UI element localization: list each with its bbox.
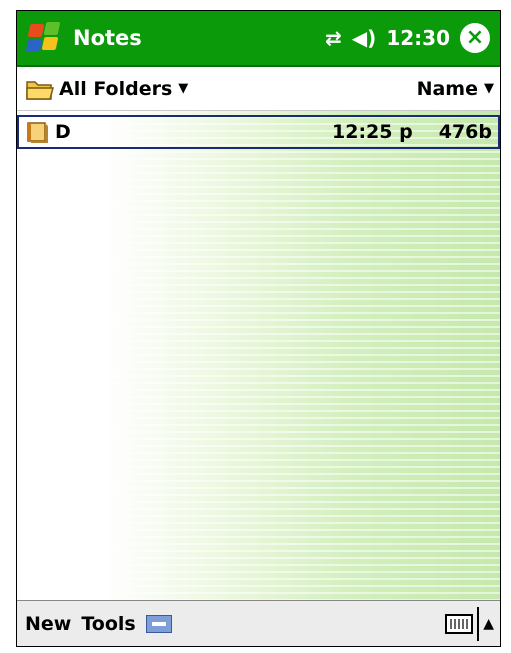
notes-list: D 12:25 p 476b bbox=[17, 111, 500, 601]
note-size: 476b bbox=[438, 121, 492, 143]
new-menu[interactable]: New bbox=[25, 613, 71, 635]
folder-dropdown[interactable]: All Folders ▼ bbox=[25, 76, 188, 102]
folder-bar: All Folders ▼ Name ▼ bbox=[17, 67, 500, 111]
note-name: D bbox=[55, 121, 71, 143]
folder-icon bbox=[25, 76, 55, 102]
input-panel: ▲ bbox=[445, 606, 494, 641]
divider bbox=[477, 606, 480, 641]
connectivity-icon[interactable]: ⇄ bbox=[325, 28, 342, 48]
app-title: Notes bbox=[73, 26, 142, 50]
device-screen: Notes ⇄ ◀) 12:30 × All Folders ▼ Name ▼ bbox=[16, 10, 501, 647]
close-icon[interactable]: × bbox=[460, 23, 490, 53]
sort-label: Name bbox=[416, 77, 478, 100]
keyboard-icon[interactable] bbox=[445, 613, 474, 634]
windows-flag-icon[interactable] bbox=[23, 16, 67, 60]
tools-menu[interactable]: Tools bbox=[81, 613, 135, 635]
note-time: 12:25 p bbox=[332, 121, 413, 143]
system-tray: ⇄ ◀) 12:30 × bbox=[325, 23, 490, 53]
recorder-icon[interactable] bbox=[145, 614, 172, 633]
title-bar: Notes ⇄ ◀) 12:30 × bbox=[17, 11, 500, 67]
list-item[interactable]: D 12:25 p 476b bbox=[17, 115, 500, 149]
chevron-down-icon: ▼ bbox=[178, 81, 189, 96]
menu-bar: New Tools ▲ bbox=[17, 600, 500, 646]
folder-label: All Folders bbox=[59, 77, 173, 100]
chevron-down-icon: ▼ bbox=[484, 81, 494, 96]
sort-dropdown[interactable]: Name ▼ bbox=[417, 78, 494, 100]
speaker-icon[interactable]: ◀) bbox=[352, 28, 377, 48]
clock[interactable]: 12:30 bbox=[386, 26, 450, 50]
note-icon bbox=[25, 119, 51, 145]
chevron-up-icon[interactable]: ▲ bbox=[483, 616, 494, 632]
